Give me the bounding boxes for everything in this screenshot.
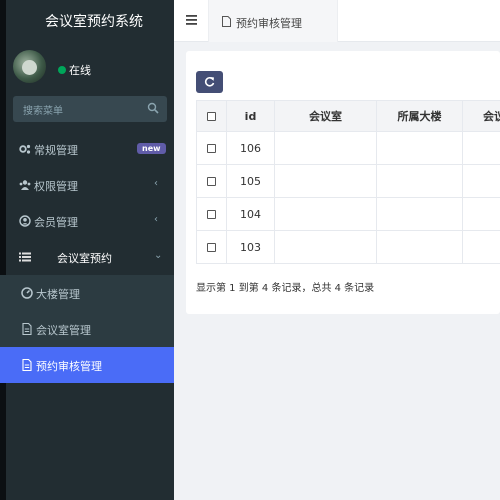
- cell-meeting: [462, 230, 500, 264]
- chevron-down-icon: ⌄: [154, 250, 163, 261]
- avatar: [13, 50, 46, 83]
- column-header-id[interactable]: id: [226, 100, 275, 132]
- gears-icon: [19, 144, 31, 154]
- sidebar-item-label: 预约审核管理: [36, 360, 102, 373]
- bookings-table: id 会议室 所属大楼 会议 106 105: [196, 100, 500, 264]
- dashboard-icon: [21, 287, 33, 299]
- new-badge: new: [137, 143, 166, 154]
- sidebar-item-building-management[interactable]: 大楼管理: [0, 275, 174, 311]
- cell-building: [376, 164, 463, 198]
- row-checkbox[interactable]: [207, 144, 216, 153]
- column-header-building[interactable]: 所属大楼: [376, 100, 463, 132]
- app-title[interactable]: 会议室预约系统: [0, 0, 174, 44]
- sidebar-item-room-management[interactable]: 会议室管理: [0, 311, 174, 347]
- chevron-left-icon: ‹: [154, 178, 158, 189]
- sidebar-item-label: 大楼管理: [36, 288, 80, 301]
- cell-room: [274, 164, 377, 198]
- cell-room: [274, 197, 377, 231]
- sidebar-item-permissions[interactable]: 权限管理 ‹: [0, 167, 174, 203]
- sidebar-item-members[interactable]: 会员管理 ‹: [0, 203, 174, 239]
- content-panel: id 会议室 所属大楼 会议 106 105: [186, 51, 500, 314]
- sidebar-menu: 常规管理 new 权限管理 ‹ 会员管理 ‹ 会议室预约 ⌄ 大楼管理 会议室管…: [0, 131, 174, 383]
- column-header-meeting[interactable]: 会议: [462, 100, 500, 132]
- table-row[interactable]: 106: [196, 131, 500, 165]
- cell-room: [274, 131, 377, 165]
- cell-id: 103: [226, 230, 275, 264]
- pagination-summary: 显示第 1 到第 4 条记录，总共 4 条记录: [196, 283, 375, 294]
- sidebar-item-room-booking[interactable]: 会议室预约 ⌄: [0, 239, 174, 275]
- status-text: 在线: [69, 64, 91, 77]
- cell-room: [274, 230, 377, 264]
- sidebar-item-label: 常规管理: [34, 144, 78, 157]
- hamburger-menu-icon[interactable]: [186, 15, 197, 25]
- table-row[interactable]: 104: [196, 197, 500, 231]
- cell-building: [376, 197, 463, 231]
- row-checkbox[interactable]: [207, 210, 216, 219]
- user-status: 在线: [58, 62, 91, 78]
- cell-meeting: [462, 131, 500, 165]
- tab-label: 预约审核管理: [236, 17, 302, 30]
- user-panel: 在线: [0, 44, 174, 94]
- sidebar: 会议室预约系统 在线 搜索菜单 常规管理 new 权限管理 ‹ 会员管理 ‹ 会…: [0, 0, 174, 500]
- select-all-cell: [196, 100, 227, 132]
- sidebar-submenu: 大楼管理 会议室管理 预约审核管理: [0, 275, 174, 383]
- row-checkbox[interactable]: [207, 243, 216, 252]
- table-row[interactable]: 105: [196, 164, 500, 198]
- sidebar-item-label: 会员管理: [34, 216, 78, 229]
- refresh-icon: [204, 77, 215, 87]
- sidebar-item-label: 会议室预约: [57, 252, 112, 265]
- group-icon: [19, 180, 31, 190]
- sidebar-item-general[interactable]: 常规管理 new: [0, 131, 174, 167]
- column-header-room[interactable]: 会议室: [274, 100, 377, 132]
- cell-id: 105: [226, 164, 275, 198]
- row-checkbox[interactable]: [207, 177, 216, 186]
- search-icon[interactable]: [147, 102, 159, 114]
- cell-id: 106: [226, 131, 275, 165]
- file-icon: [222, 16, 231, 27]
- refresh-button[interactable]: [196, 71, 223, 93]
- chevron-left-icon: ‹: [154, 214, 158, 225]
- select-all-checkbox[interactable]: [207, 112, 216, 121]
- sidebar-item-label: 会议室管理: [36, 324, 91, 337]
- cell-id: 104: [226, 197, 275, 231]
- topbar: 预约审核管理: [174, 0, 500, 42]
- search-placeholder: 搜索菜单: [23, 106, 63, 117]
- table-header-row: id 会议室 所属大楼 会议: [196, 100, 500, 132]
- online-dot-icon: [58, 66, 66, 74]
- sidebar-item-label: 权限管理: [34, 180, 78, 193]
- cell-meeting: [462, 197, 500, 231]
- cell-building: [376, 230, 463, 264]
- search-menu-input[interactable]: 搜索菜单: [13, 96, 167, 122]
- cell-meeting: [462, 164, 500, 198]
- user-circle-icon: [19, 215, 31, 227]
- file-icon: [22, 359, 32, 371]
- sidebar-item-booking-review[interactable]: 预约审核管理: [0, 347, 174, 383]
- table-row[interactable]: 103: [196, 230, 500, 264]
- tab-booking-review[interactable]: 预约审核管理: [208, 0, 338, 42]
- cell-building: [376, 131, 463, 165]
- list-icon: [19, 252, 31, 262]
- file-icon: [22, 323, 32, 335]
